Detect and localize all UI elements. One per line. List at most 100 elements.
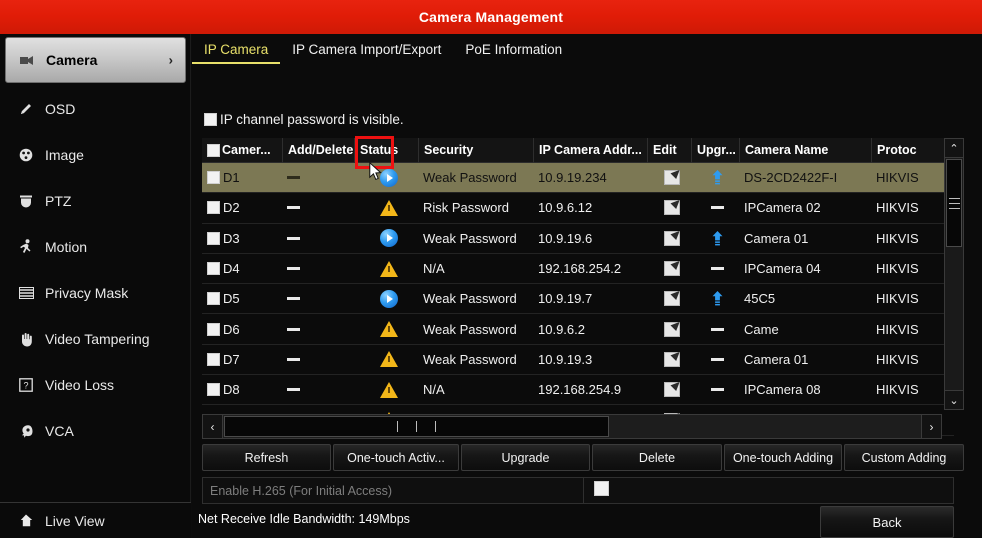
add-delete-cell[interactable] xyxy=(282,224,354,253)
upgrade-cell[interactable] xyxy=(691,284,739,313)
edit-cell[interactable] xyxy=(647,193,691,222)
upgrade-cell[interactable] xyxy=(691,193,739,222)
edit-icon[interactable] xyxy=(663,200,680,216)
add-delete-cell[interactable] xyxy=(282,314,354,343)
status-cell[interactable] xyxy=(354,314,418,343)
vertical-scroll-thumb[interactable] xyxy=(946,159,962,247)
header-security[interactable]: Security xyxy=(418,137,533,163)
h265-checkbox-wrap[interactable] xyxy=(584,480,612,501)
row-checkbox[interactable] xyxy=(207,322,220,336)
sidebar-item-vca[interactable]: VCA xyxy=(0,408,190,454)
sidebar-item-video-loss[interactable]: ? Video Loss xyxy=(0,362,190,408)
header-add-delete[interactable]: Add/Delete xyxy=(282,137,354,163)
delete-button[interactable]: Delete xyxy=(592,444,722,471)
header-ip-camera-address[interactable]: IP Camera Addr... xyxy=(533,137,647,163)
refresh-button[interactable]: Refresh xyxy=(202,444,331,471)
one-touch-adding-button[interactable]: One-touch Adding xyxy=(724,444,842,471)
edit-cell[interactable] xyxy=(647,224,691,253)
sidebar-item-video-tampering[interactable]: Video Tampering xyxy=(0,316,190,362)
custom-adding-button[interactable]: Custom Adding xyxy=(844,444,964,471)
status-cell[interactable] xyxy=(354,254,418,283)
sidebar-item-privacy-mask[interactable]: Privacy Mask xyxy=(0,270,190,316)
select-all-checkbox[interactable] xyxy=(207,143,220,157)
table-row[interactable]: D7 Weak Password 10.9.19.3 Camera 01 HIKVIS xyxy=(202,345,954,376)
edit-cell[interactable] xyxy=(647,284,691,313)
upgrade-available-icon[interactable] xyxy=(709,169,726,186)
row-select-cell[interactable]: D1 xyxy=(202,163,282,192)
edit-cell[interactable] xyxy=(647,163,691,192)
edit-cell[interactable] xyxy=(647,345,691,374)
add-delete-cell[interactable] xyxy=(282,254,354,283)
sidebar-item-osd[interactable]: OSD xyxy=(0,86,190,132)
row-select-cell[interactable]: D7 xyxy=(202,345,282,374)
scroll-right-arrow[interactable]: › xyxy=(921,415,941,438)
add-delete-cell[interactable] xyxy=(282,375,354,404)
edit-icon[interactable] xyxy=(663,382,680,398)
row-checkbox[interactable] xyxy=(207,292,220,306)
scroll-down-arrow[interactable]: ⌄ xyxy=(945,390,963,409)
edit-icon[interactable] xyxy=(663,351,680,367)
table-row[interactable]: D6 Weak Password 10.9.6.2 Came HIKVIS xyxy=(202,314,954,345)
table-row[interactable]: D8 N/A 192.168.254.9 IPCamera 08 HIKVIS xyxy=(202,375,954,406)
horizontal-scroll-thumb[interactable] xyxy=(224,416,609,437)
password-visible-row[interactable]: IP channel password is visible. xyxy=(204,112,404,127)
row-select-cell[interactable]: D2 xyxy=(202,193,282,222)
sidebar-item-camera[interactable]: Camera › xyxy=(5,37,186,83)
upgrade-cell[interactable] xyxy=(691,254,739,283)
table-row[interactable]: D4 N/A 192.168.254.2 IPCamera 04 HIKVIS xyxy=(202,254,954,285)
tab-ip-camera-import-export[interactable]: IP Camera Import/Export xyxy=(280,42,453,62)
row-select-cell[interactable]: D5 xyxy=(202,284,282,313)
tab-poe-information[interactable]: PoE Information xyxy=(453,42,574,62)
table-row[interactable]: D5 Weak Password 10.9.19.7 45C5 HIKVIS xyxy=(202,284,954,315)
upgrade-available-icon[interactable] xyxy=(709,230,726,247)
table-row[interactable]: D1 Weak Password 10.9.19.234 DS-2CD2422F-I H… xyxy=(202,163,954,194)
edit-cell[interactable] xyxy=(647,314,691,343)
row-checkbox[interactable] xyxy=(207,171,220,185)
upgrade-cell[interactable] xyxy=(691,314,739,343)
table-row[interactable]: D3 Weak Password 10.9.19.6 Camera 01 HIKVIS xyxy=(202,224,954,254)
vertical-scrollbar[interactable]: ⌃ ⌄ xyxy=(944,138,964,410)
password-visible-checkbox[interactable] xyxy=(204,113,217,126)
one-touch-activ-button[interactable]: One-touch Activ... xyxy=(333,444,459,471)
header-upgrade[interactable]: Upgr... xyxy=(691,137,739,163)
upgrade-cell[interactable] xyxy=(691,163,739,192)
header-camera[interactable]: Camer... xyxy=(202,138,282,163)
upgrade-cell[interactable] xyxy=(691,345,739,374)
edit-icon[interactable] xyxy=(663,291,680,307)
add-delete-cell[interactable] xyxy=(282,163,354,192)
edit-icon[interactable] xyxy=(663,321,680,337)
header-status[interactable]: Status xyxy=(354,137,418,163)
row-checkbox[interactable] xyxy=(207,231,220,245)
status-cell[interactable] xyxy=(354,163,418,192)
upgrade-button[interactable]: Upgrade xyxy=(461,444,590,471)
table-row[interactable]: D2 Risk Password 10.9.6.12 IPCamera 02 HIKVI… xyxy=(202,193,954,224)
scroll-up-arrow[interactable]: ⌃ xyxy=(945,139,963,158)
horizontal-scrollbar[interactable]: ‹ › xyxy=(202,414,942,439)
edit-icon[interactable] xyxy=(663,230,680,246)
row-select-cell[interactable]: D8 xyxy=(202,375,282,404)
row-select-cell[interactable]: D6 xyxy=(202,314,282,343)
row-checkbox[interactable] xyxy=(207,383,220,397)
scroll-left-arrow[interactable]: ‹ xyxy=(203,415,223,438)
sidebar-item-ptz[interactable]: PTZ xyxy=(0,178,190,224)
upgrade-cell[interactable] xyxy=(691,224,739,253)
row-checkbox[interactable] xyxy=(207,262,220,276)
row-checkbox[interactable] xyxy=(207,201,220,215)
row-checkbox[interactable] xyxy=(207,352,220,366)
upgrade-cell[interactable] xyxy=(691,375,739,404)
h265-checkbox[interactable] xyxy=(594,480,609,496)
sidebar-item-image[interactable]: Image xyxy=(0,132,190,178)
sidebar-item-motion[interactable]: Motion xyxy=(0,224,190,270)
header-camera-name[interactable]: Camera Name xyxy=(739,137,871,163)
edit-cell[interactable] xyxy=(647,254,691,283)
row-select-cell[interactable]: D3 xyxy=(202,224,282,253)
add-delete-cell[interactable] xyxy=(282,193,354,222)
upgrade-available-icon[interactable] xyxy=(709,290,726,307)
header-edit[interactable]: Edit xyxy=(647,137,691,163)
status-cell[interactable] xyxy=(354,345,418,374)
header-protocol[interactable]: Protoc xyxy=(871,137,954,163)
edit-icon[interactable] xyxy=(663,170,680,186)
row-select-cell[interactable]: D4 xyxy=(202,254,282,283)
tab-ip-camera[interactable]: IP Camera xyxy=(192,42,281,64)
edit-cell[interactable] xyxy=(647,375,691,404)
